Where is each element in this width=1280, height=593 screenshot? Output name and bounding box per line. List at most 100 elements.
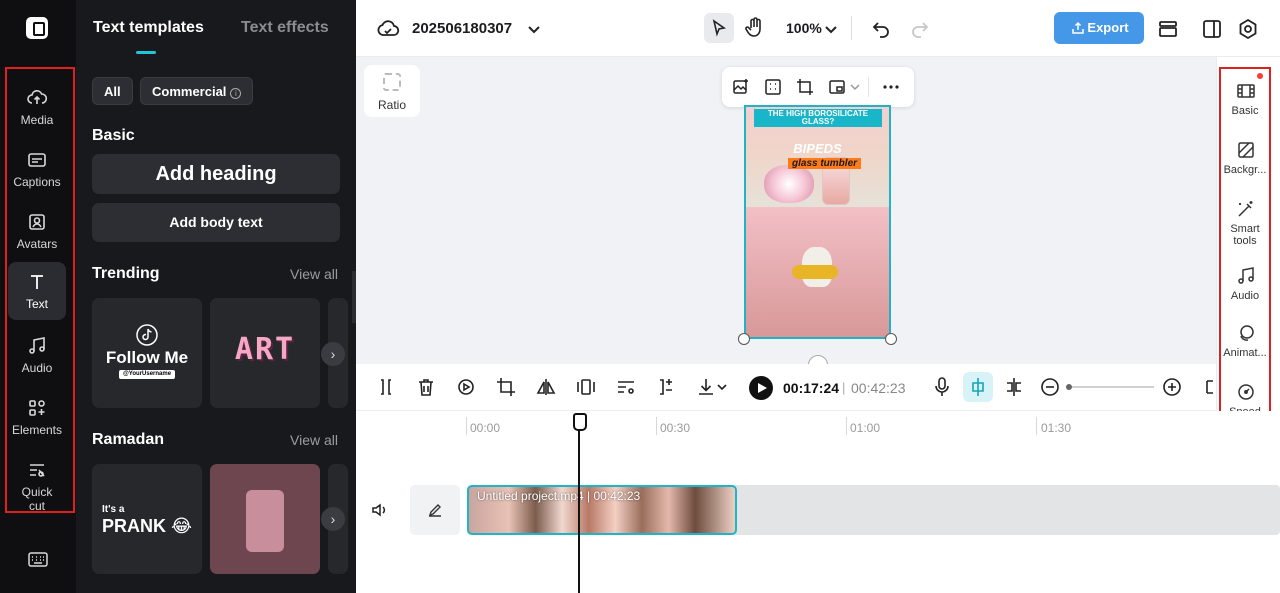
undo-icon[interactable] <box>869 17 893 41</box>
clip-label: Untitled project.mp4 | 00:42:23 <box>477 489 641 503</box>
tab-text-templates[interactable]: Text templates <box>93 19 204 37</box>
quick-cut-icon[interactable] <box>615 376 637 398</box>
split-icon[interactable] <box>375 376 397 398</box>
resize-handle-bottom-left[interactable] <box>738 333 750 345</box>
mirror-icon[interactable] <box>535 376 557 398</box>
rail-item-text[interactable]: Text <box>8 262 66 320</box>
tile-handle: @YourUsername <box>119 370 175 379</box>
more-icon[interactable] <box>882 78 900 96</box>
aspect-ratio-icon <box>383 73 401 91</box>
ruler-tick <box>656 417 657 435</box>
ramadan-next-button[interactable]: › <box>321 507 345 531</box>
add-body-text-button[interactable]: Add body text <box>92 203 340 242</box>
video-clip[interactable]: Untitled project.mp4 | 00:42:23 <box>467 485 737 535</box>
zoom-in-icon[interactable] <box>1161 376 1183 398</box>
trim-icon[interactable] <box>655 376 677 398</box>
prop-label: Smart tools <box>1230 223 1260 247</box>
corn-prop <box>792 265 838 279</box>
trending-next-button[interactable]: › <box>321 342 345 366</box>
chevron-down-icon[interactable] <box>716 376 728 398</box>
gear-icon[interactable] <box>1236 17 1260 41</box>
track-edit-button[interactable] <box>410 485 460 535</box>
info-icon[interactable]: i <box>230 88 242 99</box>
freeze-frame-icon[interactable] <box>575 376 597 398</box>
split-view-icon[interactable] <box>1200 17 1224 41</box>
speed-ramp-icon[interactable] <box>455 376 477 398</box>
speedometer-icon <box>1238 384 1254 400</box>
zoom-slider[interactable] <box>1066 384 1154 390</box>
upload-icon <box>1072 21 1084 34</box>
snap-button[interactable] <box>963 372 993 402</box>
cloud-upload-icon <box>27 90 47 104</box>
rail-item-audio[interactable]: Audio <box>8 326 66 384</box>
prop-basic[interactable]: Basic <box>1219 75 1271 133</box>
prop-animation[interactable]: Animat... <box>1219 317 1271 375</box>
tile-title: PRANK 😂 <box>102 516 193 536</box>
project-name[interactable]: 202506180307 <box>412 20 512 37</box>
ratio-button[interactable]: Ratio <box>364 65 420 117</box>
cloud-icon[interactable] <box>376 17 400 41</box>
rotate-handle[interactable] <box>808 355 828 364</box>
microphone-icon[interactable] <box>931 376 953 398</box>
zoom-level[interactable]: 100% <box>786 20 822 36</box>
ramadan-view-all-link[interactable]: View all <box>290 432 338 448</box>
ruler-label: 00:00 <box>470 421 501 435</box>
background-icon <box>1238 142 1254 158</box>
resize-handle-bottom-right[interactable] <box>885 333 897 345</box>
app-logo[interactable] <box>26 17 48 39</box>
fit-frame-icon[interactable] <box>764 78 782 96</box>
zoom-out-icon[interactable] <box>1039 376 1061 398</box>
trending-section-title: Trending <box>92 265 160 282</box>
keyboard-icon[interactable] <box>28 551 48 569</box>
magic-wand-icon <box>1238 201 1253 217</box>
filter-commercial[interactable]: Commercial i <box>140 77 254 105</box>
video-headline: THE HIGH BOROSILICATE GLASS? <box>754 109 882 127</box>
ruler-label: 00:30 <box>660 421 691 435</box>
rail-item-media[interactable]: Media <box>8 78 66 136</box>
text-icon <box>31 275 43 289</box>
chevron-down-icon[interactable] <box>850 83 860 91</box>
prop-audio[interactable]: Audio <box>1219 260 1271 318</box>
notification-dot <box>1257 73 1263 79</box>
crop-icon[interactable] <box>796 78 814 96</box>
replace-image-icon[interactable] <box>732 78 750 96</box>
text-panel: Text templates Text effects All Commerci… <box>76 0 356 593</box>
rail-item-elements[interactable]: Elements <box>8 388 66 446</box>
filter-all-label: All <box>104 84 121 99</box>
export-button[interactable]: Export <box>1054 12 1144 44</box>
current-time: 00:17:24 <box>783 380 840 396</box>
add-heading-button[interactable]: Add heading <box>92 154 340 194</box>
redo-icon[interactable] <box>908 17 932 41</box>
filter-all[interactable]: All <box>92 77 133 105</box>
tab-text-effects[interactable]: Text effects <box>241 19 329 37</box>
trending-view-all-link[interactable]: View all <box>290 266 338 282</box>
tile-card-shape <box>246 490 284 552</box>
playhead[interactable] <box>573 413 587 593</box>
picture-in-picture-icon[interactable] <box>828 78 846 96</box>
hand-icon[interactable] <box>743 16 767 40</box>
prop-background[interactable]: Backgr... <box>1219 134 1271 192</box>
template-tile-prank[interactable]: It's a PRANK 😂 <box>92 464 202 574</box>
template-tile-art[interactable]: ART <box>210 298 320 408</box>
play-button[interactable] <box>749 376 773 400</box>
rail-item-quick-cut[interactable]: Quick cut <box>8 450 66 513</box>
crop-icon[interactable] <box>495 376 517 398</box>
speaker-icon[interactable] <box>370 501 388 519</box>
rail-item-label: Quick cut <box>21 485 53 513</box>
template-tile-follow-me[interactable]: Follow Me @YourUsername <box>92 298 202 408</box>
chevron-down-icon[interactable] <box>824 17 838 41</box>
template-tile-pink-card[interactable] <box>210 464 320 574</box>
download-icon[interactable] <box>695 376 717 398</box>
flower-bouquet <box>764 165 814 203</box>
rail-item-avatars[interactable]: Avatars <box>8 202 66 260</box>
delete-icon[interactable] <box>415 376 437 398</box>
floating-toolbar <box>722 67 914 107</box>
video-preview[interactable]: THE HIGH BOROSILICATE GLASS? BIPEDS glas… <box>744 105 891 339</box>
rail-item-captions[interactable]: Captions <box>8 140 66 198</box>
prop-smart-tools[interactable]: Smart tools <box>1219 193 1271 255</box>
align-center-icon[interactable] <box>1003 376 1025 398</box>
select-tool-button[interactable] <box>704 13 734 43</box>
chevron-down-icon[interactable] <box>522 17 546 41</box>
layers-icon[interactable] <box>1156 17 1180 41</box>
fit-timeline-icon[interactable] <box>1204 376 1216 398</box>
